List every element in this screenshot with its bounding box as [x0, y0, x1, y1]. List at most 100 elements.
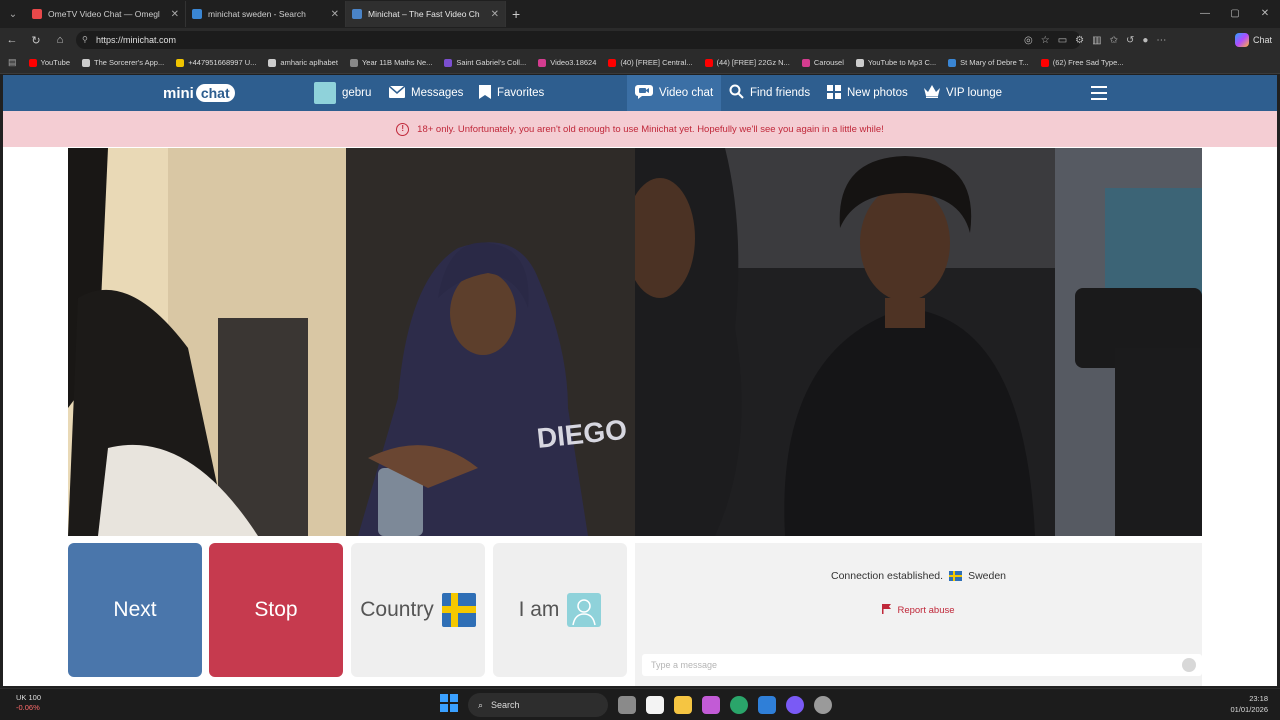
nav-vip-lounge[interactable]: VIP lounge: [924, 75, 1002, 111]
back-icon[interactable]: ←: [0, 34, 24, 46]
bookmark-item[interactable]: (44) [FREE] 22Gz N...: [704, 58, 790, 67]
message-placeholder: Type a message: [651, 660, 718, 670]
youtube-icon: [28, 58, 37, 67]
tab-minichat[interactable]: Minichat – The Fast Video Ch ✕: [346, 1, 506, 27]
bookmark-item[interactable]: St Mary of Debre T...: [948, 58, 1029, 67]
sweden-flag-icon: [441, 593, 476, 627]
clock-time: 23:18: [1249, 694, 1268, 703]
file-explorer-icon[interactable]: [674, 696, 692, 714]
zoom-icon[interactable]: ◎: [1024, 35, 1033, 46]
refresh-icon[interactable]: ↻: [24, 34, 48, 47]
folder-icon: [176, 58, 185, 67]
stop-button[interactable]: Stop: [209, 543, 343, 677]
ometv-favicon-icon: [32, 9, 42, 19]
iam-label: I am: [518, 598, 560, 621]
media-icon[interactable]: ▭: [1058, 35, 1067, 46]
site-info-icon[interactable]: ⚲: [82, 31, 88, 49]
report-label: Report abuse: [897, 605, 955, 616]
minichat-logo[interactable]: mini chat: [163, 81, 235, 105]
extensions-icon[interactable]: ⚙: [1075, 35, 1084, 46]
home-icon[interactable]: ⌂: [48, 34, 72, 46]
system-clock[interactable]: 23:18 01/01/2026: [1230, 693, 1268, 715]
toolbar-icons: ◎ ☆ ▭ ⚙ ▥ ✩ ↺ ● ⋯: [1024, 28, 1166, 52]
bookmark-item[interactable]: YouTube: [28, 58, 70, 67]
bookmark-item[interactable]: Saint Gabriel's Coll...: [444, 58, 526, 67]
minimize-icon[interactable]: —: [1190, 0, 1220, 28]
search-icon: ⌕: [478, 699, 484, 710]
nav-profile[interactable]: gebru: [314, 75, 371, 111]
minichat-page: mini chat gebru Messages Favorites Video…: [3, 75, 1277, 686]
bookmark-label: (40) [FREE] Central...: [620, 58, 693, 67]
sidebar-toggle-icon[interactable]: ▤: [8, 57, 17, 68]
copilot-app-icon[interactable]: [702, 696, 720, 714]
gender-select-button[interactable]: I am: [493, 543, 627, 677]
tab-strip: ⌄ OmeTV Video Chat — Omegl ✕ minichat sw…: [0, 0, 1280, 28]
bookmark-label: The Sorcerer's App...: [94, 58, 165, 67]
video-chat-icon: [635, 84, 653, 102]
more-menu-icon[interactable]: ⋯: [1156, 35, 1166, 46]
bookmark-item[interactable]: amharic aplhabet: [268, 58, 338, 67]
close-window-icon[interactable]: ✕: [1250, 0, 1280, 28]
bookmark-item[interactable]: YouTube to Mp3 C...: [855, 58, 936, 67]
emoji-icon[interactable]: [1182, 658, 1196, 672]
nav-label: Messages: [411, 87, 464, 99]
nav-favorites[interactable]: Favorites: [479, 75, 544, 111]
message-input[interactable]: Type a message: [642, 654, 1202, 676]
copilot-icon: [1234, 33, 1249, 47]
nav-find-friends[interactable]: Find friends: [729, 75, 810, 111]
warning-text: 18+ only. Unfortunately, you aren't old …: [417, 123, 884, 135]
task-view-icon[interactable]: [618, 696, 636, 714]
close-tab-icon[interactable]: ✕: [331, 9, 339, 20]
tab-title: Minichat – The Fast Video Ch: [368, 9, 480, 19]
tab-ometv[interactable]: OmeTV Video Chat — Omegl ✕: [26, 1, 186, 27]
grid-icon: [827, 84, 841, 102]
profile-avatar-icon[interactable]: ●: [1142, 35, 1148, 46]
url-field[interactable]: ⚲ https://minichat.com: [76, 31, 1081, 49]
mail-icon[interactable]: [758, 696, 776, 714]
report-abuse-link[interactable]: Report abuse: [635, 604, 1202, 617]
bookmark-item[interactable]: (62) Free Sad Type...: [1040, 58, 1124, 67]
nav-messages[interactable]: Messages: [388, 75, 464, 111]
taskbar-search[interactable]: ⌕ Search: [468, 693, 608, 717]
windows-start-icon[interactable]: [440, 693, 458, 717]
favorites-icon[interactable]: ✩: [1110, 35, 1118, 46]
bookmark-label: Video3.18624: [550, 58, 597, 67]
bookmark-item[interactable]: Video3.18624: [538, 58, 596, 67]
page-icon: [349, 58, 358, 67]
taskbar-search-label: Search: [491, 700, 520, 710]
split-screen-icon[interactable]: ▥: [1092, 35, 1101, 46]
history-icon[interactable]: ↺: [1126, 35, 1134, 46]
settings-icon[interactable]: [814, 696, 832, 714]
bookmark-item[interactable]: Carousel: [801, 58, 844, 67]
tab-title: minichat sweden - Search: [208, 9, 306, 19]
country-filter-button[interactable]: Country: [351, 543, 485, 677]
bookmark-label: Saint Gabriel's Coll...: [456, 58, 527, 67]
media-app-icon[interactable]: [786, 696, 804, 714]
close-tab-icon[interactable]: ✕: [171, 9, 179, 20]
store-icon[interactable]: [646, 696, 664, 714]
new-tab-button[interactable]: +: [512, 6, 520, 22]
globe-icon: [855, 58, 864, 67]
tab-search[interactable]: minichat sweden - Search ✕: [186, 1, 346, 27]
globe-icon: [268, 58, 277, 67]
nav-video-chat[interactable]: Video chat: [627, 75, 722, 111]
bookmark-item[interactable]: (40) [FREE] Central...: [608, 58, 693, 67]
nav-username: gebru: [342, 87, 372, 99]
next-button[interactable]: Next: [68, 543, 202, 677]
bookmark-item[interactable]: +447951668997 U...: [176, 58, 256, 67]
favorite-star-icon[interactable]: ☆: [1041, 35, 1050, 46]
tab-list-chevron-icon[interactable]: ⌄: [0, 9, 26, 20]
copilot-chat-button[interactable]: Chat: [1234, 31, 1272, 49]
nav-new-photos[interactable]: New photos: [827, 75, 908, 111]
edge-icon[interactable]: [730, 696, 748, 714]
maximize-icon[interactable]: ▢: [1220, 0, 1250, 28]
site-navbar: mini chat gebru Messages Favorites Video…: [3, 75, 1277, 111]
hamburger-menu-icon[interactable]: [1091, 86, 1107, 104]
bookmark-item[interactable]: The Sorcerer's App...: [82, 58, 164, 67]
close-tab-icon[interactable]: ✕: [491, 9, 499, 20]
bookmark-item[interactable]: Year 11B Maths Ne...: [349, 58, 432, 67]
bookmark-label: amharic aplhabet: [280, 58, 338, 67]
taskbar-apps: ⌕ Search: [440, 693, 832, 717]
stock-widget[interactable]: UK 100 -0.06%: [16, 693, 41, 713]
crown-icon: [924, 85, 940, 101]
